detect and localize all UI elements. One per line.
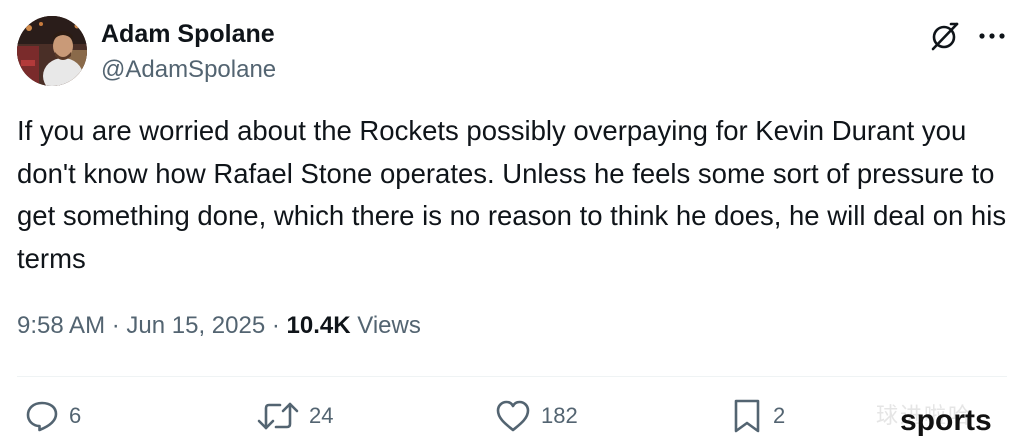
more-options-icon[interactable] (972, 22, 1012, 50)
like-button[interactable]: 182 (494, 396, 578, 436)
bookmark-button[interactable]: 2 (730, 396, 785, 436)
reply-count: 6 (69, 403, 82, 428)
watermark: 球进啦哈 sports (876, 398, 1012, 438)
meta-separator: · (271, 312, 280, 339)
heart-icon (496, 400, 530, 432)
views-count: 10.4K (286, 312, 351, 339)
divider (17, 376, 1007, 377)
user-handle[interactable]: @AdamSpolane (101, 54, 276, 86)
views-label: Views (357, 312, 421, 339)
avatar[interactable] (17, 16, 87, 86)
retweet-count: 24 (309, 403, 334, 428)
tweet-text: If you are worried about the Rockets pos… (17, 115, 1007, 274)
retweet-button[interactable]: 24 (256, 396, 333, 436)
display-name[interactable]: Adam Spolane (101, 18, 275, 50)
meta-separator: · (111, 312, 120, 339)
retweet-icon (257, 402, 299, 430)
bookmark-count: 2 (773, 403, 786, 428)
tweet-time[interactable]: 9:58 AM (17, 312, 105, 339)
tweet-date[interactable]: Jun 15, 2025 (126, 312, 265, 339)
avatar-image (17, 16, 87, 86)
reply-icon (26, 401, 58, 432)
reply-button[interactable]: 6 (24, 396, 81, 436)
grok-icon[interactable] (929, 20, 961, 52)
bookmark-icon (734, 399, 760, 433)
watermark-en-text: sports (900, 404, 992, 437)
tweet-meta: 9:58 AM · Jun 15, 2025 · 10.4K Views (17, 308, 421, 344)
like-count: 182 (541, 403, 578, 428)
tweet-card: Adam Spolane @AdamSpolane If you are wor… (0, 0, 1018, 448)
